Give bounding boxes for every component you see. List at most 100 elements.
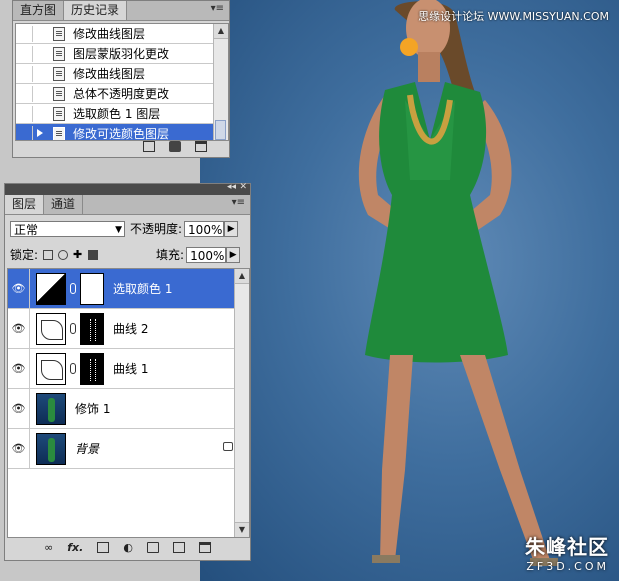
history-item-label: 修改可选颜色图层 [73, 127, 170, 141]
mask-link-icon[interactable] [70, 323, 76, 334]
layer-row-curves-2[interactable]: 👁 曲线 2 [8, 309, 249, 349]
history-item-label: 修改曲线图层 [73, 67, 146, 81]
opacity-input[interactable]: 100% [184, 220, 225, 237]
history-list: 修改曲线图层 图层蒙版羽化更改 修改曲线图层 总体不透明度更改 选取颜色 1 图… [15, 23, 229, 141]
history-scrollbar[interactable]: ▲ [213, 24, 228, 140]
layer-list: 👁 选取颜色 1 👁 曲线 2 👁 曲线 1 👁 修饰 1 👁 背景 ▲ ▼ [7, 268, 250, 538]
layer-row-curves-1[interactable]: 👁 曲线 1 [8, 349, 249, 389]
fill-slider-button[interactable]: ▶ [226, 246, 241, 263]
history-item-label: 总体不透明度更改 [73, 87, 170, 101]
layers-scrollbar[interactable]: ▲ ▼ [234, 269, 249, 537]
history-state-arrow-icon [37, 129, 43, 137]
history-item[interactable]: 修改曲线图层 [16, 24, 228, 44]
tab-channels[interactable]: 通道 [44, 195, 84, 214]
document-icon [53, 66, 65, 81]
document-icon [53, 46, 65, 61]
folder-icon[interactable] [146, 541, 159, 553]
layer-name: 背景 [75, 442, 100, 456]
scroll-up-icon[interactable]: ▲ [214, 24, 228, 39]
scroll-thumb[interactable] [215, 120, 226, 140]
mask-link-icon[interactable] [70, 283, 76, 294]
layer-mask-thumbnail[interactable] [80, 312, 104, 345]
tab-histogram[interactable]: 直方图 [13, 1, 65, 20]
lock-all-icon[interactable] [88, 249, 99, 260]
adjustment-icon[interactable]: ◐ [123, 541, 133, 554]
history-item-selected[interactable]: 修改可选颜色图层 [16, 124, 228, 141]
scroll-up-icon[interactable]: ▲ [235, 269, 249, 284]
watermark-brand: 朱峰社区 [525, 535, 609, 559]
layer-mask-thumbnail[interactable] [80, 352, 104, 385]
snapshot-checkbox[interactable] [16, 65, 33, 82]
trash-icon[interactable] [198, 541, 211, 553]
tab-layers[interactable]: 图层 [5, 195, 45, 214]
visibility-eye-icon[interactable]: 👁 [8, 349, 30, 388]
watermark-url: ZF3D.COM [526, 560, 609, 573]
document-icon [53, 86, 65, 101]
model-figure [358, 0, 558, 566]
lock-fill-row: 锁定: ✚ 填充: 100% ▶ [10, 246, 241, 263]
blend-mode-value: 正常 [14, 222, 39, 237]
layer-row-background[interactable]: 👁 背景 [8, 429, 249, 469]
blend-opacity-row: 正常 ▼ 不透明度: 100% ▶ [10, 220, 239, 237]
layer-row-selective-color[interactable]: 👁 选取颜色 1 [8, 269, 249, 309]
lock-icon [223, 442, 233, 451]
collapse-icon[interactable]: ◂◂ [227, 182, 236, 192]
panel-menu-icon[interactable]: ▾≡ [232, 197, 245, 208]
lock-transparent-icon[interactable] [43, 249, 54, 260]
photo-thumbnail [36, 432, 66, 465]
snapshot-checkbox[interactable] [16, 125, 33, 140]
tab-history[interactable]: 历史记录 [64, 1, 128, 20]
fill-label: 填充: [156, 248, 185, 262]
layers-tabs: 图层 通道 ▾≡ [5, 195, 250, 215]
fill-input[interactable]: 100% [186, 246, 227, 263]
document-icon [53, 126, 65, 140]
lock-position-icon[interactable]: ✚ [73, 249, 83, 260]
lock-pixels-icon[interactable] [58, 249, 69, 260]
close-icon[interactable]: ✕ [239, 182, 247, 192]
selective-color-thumbnail [36, 272, 66, 305]
trash-icon[interactable] [195, 141, 207, 152]
new-layer-icon[interactable] [172, 541, 185, 553]
history-item-label: 修改曲线图层 [73, 27, 146, 41]
layers-footer: ∞ fx. ◐ [5, 534, 250, 560]
fx-icon[interactable]: fx. [67, 541, 83, 554]
history-item[interactable]: 修改曲线图层 [16, 64, 228, 84]
visibility-eye-icon[interactable]: 👁 [8, 429, 30, 468]
layer-name: 曲线 1 [113, 362, 149, 376]
snapshot-camera-icon[interactable] [169, 141, 181, 152]
history-item-label: 图层蒙版羽化更改 [73, 47, 170, 61]
history-panel: 直方图 历史记录 ▾≡ 修改曲线图层 图层蒙版羽化更改 修改曲线图层 总体不透明… [12, 0, 230, 158]
snapshot-checkbox[interactable] [16, 105, 33, 122]
history-item-label: 选取颜色 1 图层 [73, 107, 161, 121]
history-footer [143, 141, 207, 152]
curves-thumbnail [36, 312, 66, 345]
photo-thumbnail [36, 392, 66, 425]
layer-row-retouch-1[interactable]: 👁 修饰 1 [8, 389, 249, 429]
history-item[interactable]: 总体不透明度更改 [16, 84, 228, 104]
panel-menu-icon[interactable]: ▾≡ [211, 3, 224, 14]
layer-name: 选取颜色 1 [113, 282, 173, 296]
visibility-eye-icon[interactable]: 👁 [8, 309, 30, 348]
new-document-icon[interactable] [143, 141, 155, 152]
history-item[interactable]: 图层蒙版羽化更改 [16, 44, 228, 64]
mask-link-icon[interactable] [70, 363, 76, 374]
layer-mask-thumbnail[interactable] [80, 272, 104, 305]
watermark-top: 思缘设计论坛 WWW.MISSYUAN.COM [418, 10, 609, 23]
layer-name: 曲线 2 [113, 322, 149, 336]
mask-icon[interactable] [97, 541, 110, 553]
photo-canvas: 思缘设计论坛 WWW.MISSYUAN.COM 朱峰社区 ZF3D.COM [200, 0, 619, 581]
watermark-bottom: 朱峰社区 ZF3D.COM [525, 531, 609, 573]
snapshot-checkbox[interactable] [16, 25, 33, 42]
visibility-eye-icon[interactable]: 👁 [8, 269, 30, 308]
visibility-eye-icon[interactable]: 👁 [8, 389, 30, 428]
link-icon[interactable]: ∞ [44, 541, 53, 554]
panel-titlebar[interactable]: ◂◂ ✕ [5, 182, 250, 195]
blend-mode-select[interactable]: 正常 ▼ [10, 220, 125, 237]
layers-panel: ◂◂ ✕ 图层 通道 ▾≡ 正常 ▼ 不透明度: 100% ▶ 锁定: ✚ 填充… [4, 182, 251, 561]
snapshot-checkbox[interactable] [16, 45, 33, 62]
opacity-slider-button[interactable]: ▶ [224, 220, 239, 237]
document-icon [53, 106, 65, 121]
history-item[interactable]: 选取颜色 1 图层 [16, 104, 228, 124]
lock-label: 锁定: [10, 248, 39, 262]
snapshot-checkbox[interactable] [16, 85, 33, 102]
